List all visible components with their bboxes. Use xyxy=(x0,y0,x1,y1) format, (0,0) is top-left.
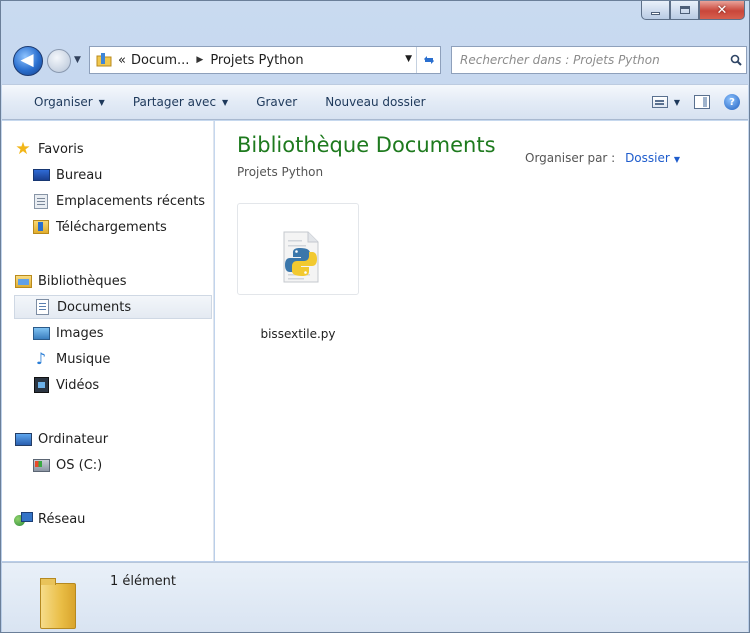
sidebar-item-label: Images xyxy=(56,325,104,341)
chevron-down-icon: ▼ xyxy=(222,97,229,107)
images-icon xyxy=(32,325,50,341)
music-icon: ♪ xyxy=(35,349,47,368)
videos-icon xyxy=(32,377,50,393)
network-icon xyxy=(14,511,33,527)
preview-pane-icon[interactable] xyxy=(694,95,710,109)
sidebar-item-images[interactable]: Images xyxy=(32,321,213,345)
sidebar-item-label: OS (C:) xyxy=(56,457,103,473)
burn-label: Graver xyxy=(256,95,298,109)
details-pane: 1 élément xyxy=(2,562,748,632)
navigation-bar: ◀ ▼ « Docum... ▶ Projets Python ▼ xyxy=(1,31,750,81)
close-icon: ✕ xyxy=(716,2,728,18)
sidebar-item-label: Emplacements récents xyxy=(56,193,206,209)
arrange-by-label: Organiser par : xyxy=(525,151,616,165)
sidebar-item-videos[interactable]: Vidéos xyxy=(32,373,213,397)
file-view: Bibliothèque Documents Projets Python Or… xyxy=(215,121,748,561)
search-box xyxy=(451,46,747,74)
breadcrumb-item-documents[interactable]: Docum... xyxy=(131,53,189,68)
star-icon: ★ xyxy=(15,138,31,159)
libraries-icon xyxy=(14,273,32,289)
help-icon[interactable]: ? xyxy=(724,94,740,110)
sidebar-item-libraries[interactable]: Bibliothèques xyxy=(14,269,213,293)
new-folder-label: Nouveau dossier xyxy=(325,95,426,109)
sidebar-item-label: Bureau xyxy=(56,167,103,183)
sidebar-item-label: Documents xyxy=(57,299,132,315)
maximize-icon xyxy=(679,6,690,14)
drive-icon xyxy=(32,457,50,473)
view-controls: ▼ ? xyxy=(651,85,740,119)
sidebar-item-drive-c[interactable]: OS (C:) xyxy=(32,453,213,477)
folder-icon xyxy=(96,53,112,67)
sidebar-item-favorites[interactable]: ★ Favoris xyxy=(14,137,213,161)
python-file-icon xyxy=(283,231,319,283)
history-dropdown-icon[interactable]: ▼ xyxy=(74,55,81,65)
address-dropdown-icon[interactable]: ▼ xyxy=(405,54,412,64)
item-count: 1 élément xyxy=(110,574,177,589)
sidebar-item-desktop[interactable]: Bureau xyxy=(32,163,213,187)
chevron-down-icon: ▼ xyxy=(98,97,105,107)
sidebar-item-network[interactable]: Réseau xyxy=(14,507,213,531)
change-view-icon[interactable] xyxy=(651,96,668,108)
sidebar-item-label: Vidéos xyxy=(56,377,100,393)
arrange-by-value: Dossier xyxy=(625,151,670,165)
library-subtitle: Projets Python xyxy=(237,165,324,179)
share-button[interactable]: Partager avec ▼ xyxy=(119,85,242,119)
minimize-button[interactable] xyxy=(641,1,670,20)
new-folder-button[interactable]: Nouveau dossier xyxy=(311,85,439,119)
library-title: Bibliothèque Documents xyxy=(237,133,496,157)
back-arrow-icon: ◀ xyxy=(20,50,34,70)
sidebar-item-recent-places[interactable]: Emplacements récents xyxy=(32,189,213,213)
close-button[interactable]: ✕ xyxy=(699,1,745,20)
navigation-pane: ★ Favoris Bureau Emplacements récents Té… xyxy=(2,121,214,561)
chevron-down-icon: ▼ xyxy=(673,155,680,164)
arrange-by-dropdown[interactable]: Dossier ▼ xyxy=(625,151,680,165)
folder-icon xyxy=(40,578,76,629)
sidebar-item-label: Favoris xyxy=(38,141,84,157)
file-item[interactable] xyxy=(237,203,359,295)
recent-places-icon xyxy=(32,193,50,209)
organize-label: Organiser xyxy=(34,95,93,109)
sidebar-item-downloads[interactable]: Téléchargements xyxy=(32,215,213,239)
file-name[interactable]: bissextile.py xyxy=(237,327,359,341)
minimize-icon xyxy=(651,11,660,15)
sidebar-item-label: Bibliothèques xyxy=(38,273,127,289)
breadcrumb-chevron-icon[interactable]: ▶ xyxy=(196,55,203,65)
view-options-dropdown-icon[interactable]: ▼ xyxy=(674,98,680,107)
sidebar-item-computer[interactable]: Ordinateur xyxy=(14,427,213,451)
maximize-button[interactable] xyxy=(670,1,699,20)
refresh-button[interactable] xyxy=(416,47,440,73)
sidebar-item-label: Musique xyxy=(56,351,111,367)
sidebar-item-label: Réseau xyxy=(38,511,86,527)
arrange-by: Organiser par : Dossier ▼ xyxy=(525,151,680,165)
sidebar-item-label: Ordinateur xyxy=(38,431,109,447)
breadcrumb-item-current[interactable]: Projets Python xyxy=(210,53,303,68)
sidebar-item-label: Téléchargements xyxy=(56,219,167,235)
sidebar-item-music[interactable]: ♪ Musique xyxy=(32,347,213,371)
computer-icon xyxy=(14,431,32,447)
share-label: Partager avec xyxy=(132,95,217,109)
refresh-icon xyxy=(423,56,434,64)
window-controls: ✕ xyxy=(641,1,745,23)
address-bar[interactable]: « Docum... ▶ Projets Python ▼ xyxy=(89,46,441,74)
downloads-icon xyxy=(32,219,50,235)
explorer-window: ✕ ◀ ▼ « Docum... ▶ Projets Python ▼ Rech… xyxy=(0,0,750,633)
organize-button[interactable]: Organiser ▼ xyxy=(2,85,119,119)
search-icon[interactable] xyxy=(726,54,746,66)
command-bar: Organiser ▼ Partager avec ▼ Graver Nouveau… xyxy=(2,84,748,120)
burn-button[interactable]: Graver xyxy=(242,85,311,119)
desktop-icon xyxy=(32,167,50,183)
sidebar-item-documents[interactable]: Documents xyxy=(14,295,212,319)
breadcrumb: « Docum... ▶ Projets Python xyxy=(118,53,304,68)
back-button[interactable]: ◀ xyxy=(13,46,43,76)
documents-icon xyxy=(33,299,51,315)
search-input[interactable] xyxy=(452,53,726,67)
breadcrumb-overflow[interactable]: « xyxy=(118,53,126,68)
forward-button[interactable] xyxy=(47,49,71,73)
